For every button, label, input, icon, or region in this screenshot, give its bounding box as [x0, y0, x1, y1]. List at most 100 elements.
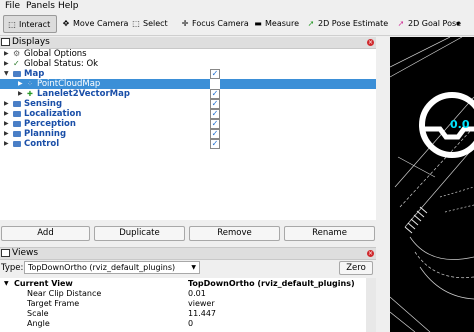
property-row-current-view[interactable]: ▼ Current View TopDownOrtho (rviz_defaul… — [0, 279, 366, 289]
localization-checkbox[interactable]: ✓ — [210, 109, 220, 119]
lanelet2vectormap-checkbox[interactable]: ✓ — [210, 89, 220, 99]
displays-panel-header: Displays × — [0, 37, 376, 49]
map-checkbox[interactable]: ✓ — [210, 69, 220, 79]
crosshair-icon: ✛ — [181, 19, 189, 28]
expand-arrow-icon[interactable]: ▶ — [18, 89, 23, 99]
menu-help[interactable]: Help — [58, 1, 79, 11]
measure-tool-button[interactable]: ▬ Measure — [253, 15, 299, 33]
chevron-down-icon: ▼ — [191, 264, 196, 271]
marker-icon: ✚ — [27, 90, 33, 98]
expand-arrow-icon[interactable]: ▶ — [4, 99, 9, 109]
panel-icon — [1, 249, 10, 257]
tree-item-label: Global Status: Ok — [24, 59, 99, 69]
rename-button[interactable]: Rename — [284, 226, 375, 241]
perception-checkbox[interactable]: ✓ — [210, 119, 220, 129]
move-icon: ✥ — [62, 19, 70, 28]
lanelet-lines — [390, 37, 474, 332]
expand-arrow-icon[interactable]: ▶ — [4, 129, 9, 139]
move-camera-label: Move Camera — [73, 19, 129, 28]
view-type-value: TopDownOrtho (rviz_default_plugins) — [28, 263, 176, 272]
move-camera-tool-button[interactable]: ✥ Move Camera — [61, 15, 129, 33]
control-checkbox[interactable]: ✓ — [210, 139, 220, 149]
add-button[interactable]: Add — [1, 226, 90, 241]
close-icon[interactable]: × — [367, 39, 374, 46]
property-value[interactable]: 0 — [188, 319, 193, 329]
tree-item-perception[interactable]: ▶ Perception ✓ — [0, 119, 376, 129]
property-row-target-frame[interactable]: Target Frame viewer — [0, 299, 366, 309]
view-type-row: Type: TopDownOrtho (rviz_default_plugins… — [0, 260, 376, 276]
ruler-icon: ▬ — [254, 19, 262, 28]
goal-pose-label: 2D Goal Pose — [408, 19, 462, 28]
map-render: 0.0 — [390, 37, 474, 332]
property-value[interactable]: 11.447 — [188, 309, 216, 319]
tree-item-label: Map — [24, 69, 45, 79]
type-label: Type: — [1, 263, 24, 273]
pointcloudmap-checkbox[interactable] — [210, 79, 220, 89]
views-panel-header: Views × — [0, 247, 376, 260]
zero-button[interactable]: Zero — [339, 261, 373, 275]
folder-icon — [13, 121, 21, 127]
tree-item-sensing[interactable]: ▶ Sensing ✓ — [0, 99, 376, 109]
property-row-near-clip[interactable]: Near Clip Distance 0.01 — [0, 289, 366, 299]
expand-arrow-icon[interactable]: ▶ — [4, 109, 9, 119]
duplicate-button[interactable]: Duplicate — [94, 226, 185, 241]
folder-icon — [13, 111, 21, 117]
tree-item-global-status[interactable]: ▶ ✓ Global Status: Ok — [0, 59, 376, 69]
tree-item-label: Control — [24, 139, 60, 149]
tree-item-pointcloudmap[interactable]: ▶ ⁘ PointCloudMap — [0, 79, 376, 89]
property-name: Angle — [27, 319, 50, 328]
expand-arrow-icon[interactable]: ▶ — [18, 79, 23, 89]
property-value[interactable]: 0.01 — [188, 289, 206, 299]
goal-pose-tool-button[interactable]: ➚ 2D Goal Pose — [396, 15, 461, 33]
select-tool-button[interactable]: ⬚ Select — [131, 15, 168, 33]
tree-item-label: Perception — [24, 119, 76, 129]
panel-icon — [1, 38, 10, 46]
view-properties: ▼ Current View TopDownOrtho (rviz_defaul… — [0, 278, 376, 332]
property-value[interactable]: viewer — [188, 299, 215, 309]
property-value: TopDownOrtho (rviz_default_plugins) — [188, 279, 355, 288]
menu-file[interactable]: File — [5, 1, 20, 11]
property-row-scale[interactable]: Scale 11.447 — [0, 309, 366, 319]
collapse-arrow-icon[interactable]: ▼ — [4, 69, 9, 79]
close-icon[interactable]: × — [367, 250, 374, 257]
menu-panels[interactable]: Panels — [26, 1, 55, 11]
panel-splitter[interactable] — [376, 37, 390, 248]
tree-item-label: Localization — [24, 109, 82, 119]
tree-item-map[interactable]: ▼ Map ✓ — [0, 69, 376, 79]
collapse-arrow-icon[interactable]: ▼ — [4, 279, 9, 289]
gear-icon: ⚙ — [13, 49, 21, 58]
property-row-angle[interactable]: Angle 0 — [0, 319, 366, 329]
pose-estimate-tool-button[interactable]: ➚ 2D Pose Estimate — [306, 15, 389, 33]
interact-tool-button[interactable]: ⬚ Interact — [3, 15, 57, 33]
sensing-checkbox[interactable]: ✓ — [210, 99, 220, 109]
tree-item-label: Planning — [24, 129, 67, 139]
focus-camera-label: Focus Camera — [192, 19, 249, 28]
pose-estimate-label: 2D Pose Estimate — [318, 19, 389, 28]
folder-icon — [13, 101, 21, 107]
tree-item-label: Lanelet2VectorMap — [37, 89, 130, 99]
tree-item-control[interactable]: ▶ Control ✓ — [0, 139, 376, 149]
folder-icon — [13, 71, 21, 77]
select-label: Select — [143, 19, 168, 28]
expand-arrow-icon[interactable]: ▶ — [4, 139, 9, 149]
tree-item-label: Global Options — [24, 49, 87, 59]
tree-item-localization[interactable]: ▶ Localization ✓ — [0, 109, 376, 119]
extra-tool-button[interactable]: ▪ — [456, 15, 460, 33]
tree-item-planning[interactable]: ▶ Planning ✓ — [0, 129, 376, 139]
view-type-select[interactable]: TopDownOrtho (rviz_default_plugins) ▼ — [24, 261, 200, 274]
toolbar: ⬚ Interact ✥ Move Camera ⬚ Select ✛ Focus Ca… — [0, 13, 474, 36]
tree-item-lanelet2vectormap[interactable]: ▶ ✚ Lanelet2VectorMap ✓ — [0, 89, 376, 99]
displays-title: Displays — [12, 37, 50, 47]
check-status-icon: ✓ — [13, 59, 20, 68]
focus-camera-tool-button[interactable]: ✛ Focus Camera — [180, 15, 249, 33]
planning-checkbox[interactable]: ✓ — [210, 129, 220, 139]
expand-arrow-icon[interactable]: ▶ — [4, 49, 9, 59]
property-name: Current View — [14, 279, 73, 288]
3d-viewport[interactable]: 0.0 — [390, 37, 474, 332]
properties-scrollbar[interactable] — [366, 278, 376, 332]
remove-button[interactable]: Remove — [189, 226, 280, 241]
expand-arrow-icon[interactable]: ▶ — [4, 59, 9, 69]
tree-item-global-options[interactable]: ▶ ⚙ Global Options — [0, 49, 376, 59]
views-title: Views — [12, 248, 39, 258]
expand-arrow-icon[interactable]: ▶ — [4, 119, 9, 129]
